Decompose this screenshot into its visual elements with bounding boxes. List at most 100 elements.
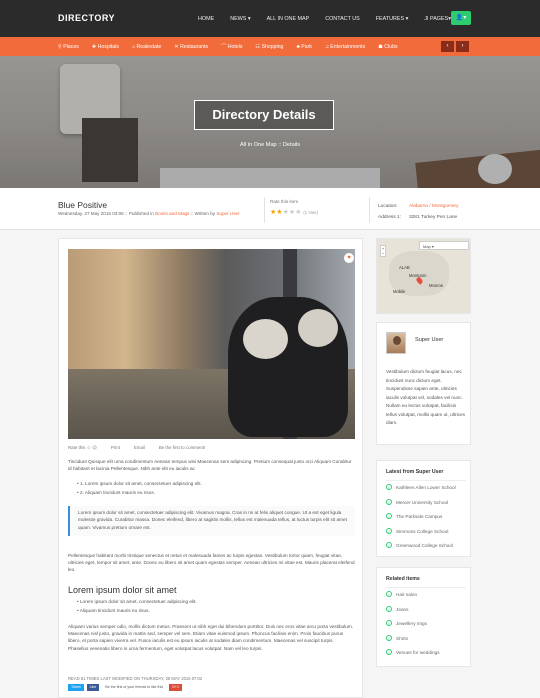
author-box: Super User Vestibulum dictum feugiat lac… <box>376 322 471 445</box>
zoom-control[interactable]: + − <box>380 245 386 257</box>
star-icon[interactable]: ★ <box>295 209 301 216</box>
list-item[interactable]: ✓ Jeans <box>386 603 466 618</box>
nav-ji-pages[interactable]: JI PAGES▾ <box>424 16 451 22</box>
user-icon: 👤▾ <box>455 15 467 21</box>
list-item[interactable]: ✓ The Parkside Campus <box>386 510 466 525</box>
article-photo: ♥ <box>68 249 355 439</box>
list-item-label[interactable]: Venues for weddings <box>396 650 440 655</box>
paragraph: Tincidunt Quisque elit urna condimentum … <box>68 459 352 472</box>
list-item: Lorem ipsum dolor sit amet, consectetuer… <box>77 598 347 607</box>
paragraph: Pellentesque habitant morbi tristique se… <box>68 553 355 573</box>
list-item[interactable]: ✓ Mercer University School <box>386 496 466 511</box>
category-restaurants[interactable]: ✕ Restaurants <box>174 44 208 50</box>
article-actions: Rate this ☺ ☹ Print Email Be the first t… <box>68 445 219 451</box>
ordered-list: 1. Lorem ipsum dolor sit amet, consectet… <box>77 480 347 497</box>
main-nav: HOME NEWS ▾ ALL IN ONE MAP CONTACT US FE… <box>190 0 459 37</box>
paragraph: Aliquam varius semper odio, mollis dictu… <box>68 624 354 651</box>
prev-arrow-icon[interactable]: ‹ <box>441 41 454 52</box>
email-link[interactable]: Email <box>134 445 145 451</box>
post-author-link[interactable]: Super User <box>216 211 239 216</box>
post-category-link[interactable]: Books and Mags <box>155 211 189 216</box>
list-item: 2. Aliquam tincidunt mauris eu risus. <box>77 489 347 498</box>
list-item[interactable]: ✓ Venues for weddings <box>386 646 466 661</box>
check-icon: ✓ <box>386 513 392 519</box>
rating-stars[interactable]: ★★★★★ (1 Vote) <box>270 208 318 216</box>
check-icon: ✓ <box>386 620 392 626</box>
next-arrow-icon[interactable]: › <box>456 41 469 52</box>
comment-link[interactable]: Be the first to comment! <box>159 445 205 451</box>
nav-all-in-one-map[interactable]: ALL IN ONE MAP <box>267 16 310 22</box>
list-item[interactable]: ✓ Jewellery rings <box>386 617 466 632</box>
address-label: Address 1: <box>378 215 401 220</box>
author-name[interactable]: Super User <box>415 337 443 343</box>
location-table: Location: Alabama / Montgomery Address 1:… <box>376 200 467 224</box>
nav-home[interactable]: HOME <box>198 16 214 22</box>
avatar-head <box>393 336 401 345</box>
category-entertainments[interactable]: ♫ Entertainments <box>325 44 365 50</box>
list-item-label[interactable]: Mercer University School <box>396 500 448 505</box>
list-item-label[interactable]: Hair salon <box>396 592 417 597</box>
breadcrumb: All in One Map :: Details <box>239 142 300 148</box>
category-hotels[interactable]: ⌒ Hotels <box>221 43 242 50</box>
list-item-label[interactable]: Greenwood College School <box>396 543 453 548</box>
related-widget: Related items ✓ Hair salon ✓ Jeans ✓ Jewell… <box>376 567 471 667</box>
divider <box>369 197 370 223</box>
list-item[interactable]: ✓ Greenwood College School <box>386 539 466 554</box>
published-in-label: :: Published in <box>125 211 154 216</box>
address-value: 3281 Turkey Pen Lane <box>408 215 458 220</box>
post-date: Wednesday, 27 May 2015 03:06 <box>58 211 124 216</box>
article-footer-meta: READ 51 TIMES LAST MODIFIED ON THURSDAY,… <box>68 676 203 681</box>
unordered-list: Lorem ipsum dolor sit amet, consectetuer… <box>77 598 347 615</box>
nav-contact-us[interactable]: CONTACT US <box>325 16 360 22</box>
map-label: ALAB <box>399 265 410 270</box>
check-icon: ✓ <box>386 542 392 548</box>
print-link[interactable]: Print <box>111 445 120 451</box>
list-item-label[interactable]: Simmons College School <box>396 529 448 534</box>
photo-cow-patch <box>243 319 288 359</box>
widget-title: Latest from Super User <box>386 469 444 475</box>
list-item-label[interactable]: Shirts <box>396 636 408 641</box>
check-icon: ✓ <box>386 634 392 641</box>
user-menu-button[interactable]: 👤▾ <box>451 11 471 25</box>
written-by-label: :: Written by <box>190 211 216 216</box>
vote-count: (1 Vote) <box>303 210 319 215</box>
heart-icon[interactable]: ♥ <box>344 253 354 263</box>
category-shopping[interactable]: ☷ Shopping <box>255 44 283 50</box>
nav-news[interactable]: NEWS ▾ <box>230 16 250 22</box>
avatar[interactable] <box>386 332 406 354</box>
hero-title: Directory Details <box>194 100 334 130</box>
location-link[interactable]: Alabama / Montgomery <box>409 202 465 211</box>
category-realestate[interactable]: ⌂ Realestate <box>132 44 161 50</box>
list-item[interactable]: ✓ Simmons College School <box>386 525 466 540</box>
check-icon: ✓ <box>386 484 392 490</box>
category-hospitals[interactable]: ✚ Hospitals <box>92 44 119 50</box>
check-icon: ✓ <box>386 527 392 534</box>
check-icon: ✓ <box>386 649 392 655</box>
post-meta: Wednesday, 27 May 2015 03:06 :: Publishe… <box>58 211 240 216</box>
map-label: Monroe <box>429 283 444 288</box>
list-item-label[interactable]: Jeans <box>396 607 409 612</box>
list-item-label[interactable]: The Parkside Campus <box>396 514 442 519</box>
rate-label: Rate this item <box>270 199 299 204</box>
widget-list: ✓ Kathleen Allen Lower School ✓ Mercer Uni… <box>386 480 466 554</box>
list-item[interactable]: ✓ Kathleen Allen Lower School <box>386 481 466 496</box>
list-item-label[interactable]: Kathleen Allen Lower School <box>396 485 456 490</box>
map-label: Mobile <box>393 289 406 294</box>
location-label: Location: <box>378 204 398 209</box>
post-title: Blue Positive <box>58 200 108 210</box>
category-park[interactable]: ♣ Park <box>296 44 312 50</box>
list-item[interactable]: ✓ Shirts <box>386 632 466 647</box>
list-item[interactable]: ✓ Hair salon <box>386 588 466 603</box>
rate-this-link[interactable]: Rate this ☺ ☹ <box>68 445 97 451</box>
photo-cow-patch <box>298 309 338 347</box>
category-places[interactable]: ⚲ Places <box>58 44 79 50</box>
nav-features[interactable]: FEATURES ▾ <box>376 16 409 22</box>
map-type-dropdown[interactable]: Map ▾ <box>419 241 469 250</box>
list-item-label[interactable]: Jewellery rings <box>396 621 427 626</box>
author-bio: Vestibulum dictum feugiat lacus, nec tin… <box>386 369 465 425</box>
widget-title: Related items <box>386 576 420 582</box>
category-clubs[interactable]: ☗ Clubs <box>378 44 397 50</box>
location-map[interactable]: Map ▾ + − ALAB Montgom Mobile Monroe <box>376 238 471 314</box>
site-logo[interactable]: DIRECTORY <box>58 13 115 23</box>
divider <box>264 197 265 223</box>
